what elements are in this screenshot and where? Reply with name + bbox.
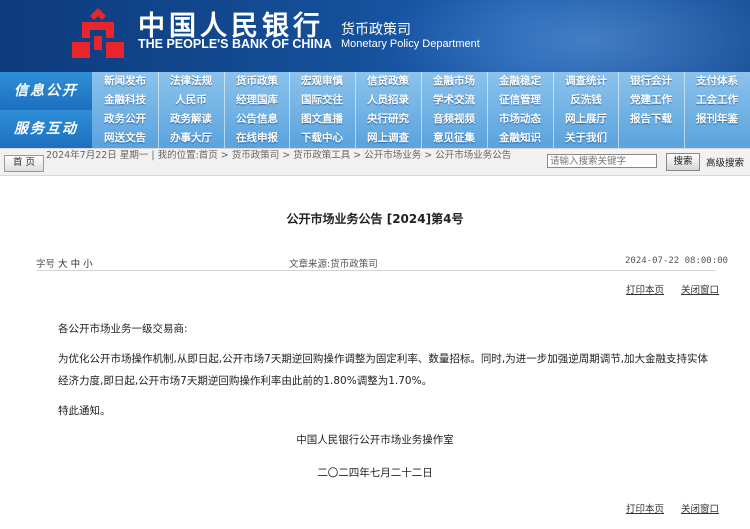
signature: 中国人民银行公开市场业务操作室	[296, 434, 454, 446]
nav-item[interactable]: 网上展厅	[553, 110, 619, 129]
font-size-small[interactable]: 小	[83, 259, 93, 270]
article-title: 公开市场业务公告 [2024]第4号	[286, 212, 464, 226]
nav-item[interactable]: 货币政策	[224, 72, 290, 91]
divider	[36, 270, 716, 271]
font-size-large[interactable]: 大	[58, 259, 68, 270]
nav-item[interactable]: 音频视频	[421, 110, 487, 129]
department-name-cn: 货币政策司	[341, 22, 411, 38]
nav-item[interactable]: 网上调查	[355, 129, 421, 148]
nav-item[interactable]: 银行会计	[618, 72, 684, 91]
font-size-medium[interactable]: 中	[71, 259, 81, 270]
nav-item[interactable]: 宏观审慎	[289, 72, 355, 91]
nav-item[interactable]: 报告下载	[618, 110, 684, 129]
department-name-en: Monetary Policy Department	[341, 38, 480, 50]
nav-item[interactable]: 人民币	[158, 91, 224, 110]
pboc-logo-icon	[72, 8, 124, 58]
nav-item[interactable]: 下载中心	[289, 129, 355, 148]
nav-item[interactable]: 关于我们	[553, 129, 619, 148]
nav-item[interactable]: 报刊年鉴	[684, 110, 750, 129]
search-input[interactable]	[547, 154, 657, 168]
nav-item[interactable]: 调查统计	[553, 72, 619, 91]
print-page-link-bottom[interactable]: 打印本页	[626, 504, 664, 515]
nav-item[interactable]: 金融科技	[92, 91, 158, 110]
nav-item[interactable]: 反洗钱	[553, 91, 619, 110]
nav-item[interactable]: 政务解读	[158, 110, 224, 129]
font-size-label: 字号	[36, 259, 56, 270]
nav-item[interactable]: 征信管理	[487, 91, 553, 110]
nav-item[interactable]: 金融知识	[487, 129, 553, 148]
signature-date: 二〇二四年七月二十二日	[317, 467, 433, 479]
paragraph-1: 为优化公开市场操作机制,从即日起,公开市场7天期逆回购操作调整为固定利率、数量招…	[58, 353, 709, 387]
nav-band-service: 服务互动	[0, 110, 92, 148]
nav-item[interactable]: 公告信息	[224, 110, 290, 129]
nav-item[interactable]: 政务公开	[92, 110, 158, 129]
nav-item[interactable]: 新闻发布	[92, 72, 158, 91]
nav-item[interactable]: 学术交流	[421, 91, 487, 110]
advanced-search-link[interactable]: 高级搜索	[706, 155, 744, 169]
nav-band-info-disclosure: 信息公开	[0, 72, 92, 110]
nav-item[interactable]: 金融市场	[421, 72, 487, 91]
close-window-link-bottom[interactable]: 关闭窗口	[681, 504, 719, 515]
font-size-switcher: 字号 大 中 小	[36, 256, 93, 270]
home-button[interactable]: 首 页	[4, 155, 44, 172]
article-tools-top: 打印本页 关闭窗口	[612, 282, 719, 296]
nav-grid: 新闻发布 法律法规 货币政策 宏观审慎 信贷政策 金融市场 金融稳定 调查统计 银行会计 支付体系…	[92, 72, 750, 148]
article-source: 文章来源:货币政策司	[289, 259, 378, 270]
nav-item[interactable]: 法律法规	[158, 72, 224, 91]
nav-item[interactable]: 金融稳定	[487, 72, 553, 91]
nav-item[interactable]: 意见征集	[421, 129, 487, 148]
breadcrumb-bar: 首 页 2024年7月22日 星期一 | 我的位置:首页 > 货币政策司 > 货…	[0, 148, 750, 176]
article-tools-bottom: 打印本页 关闭窗口	[612, 501, 719, 515]
print-page-link[interactable]: 打印本页	[626, 285, 664, 296]
nav-item[interactable]: 工会工作	[684, 91, 750, 110]
nav-item[interactable]: 支付体系	[684, 72, 750, 91]
close-window-link[interactable]: 关闭窗口	[681, 285, 719, 296]
breadcrumb: 2024年7月22日 星期一 | 我的位置:首页 > 货币政策司 > 货币政策工…	[46, 150, 512, 161]
nav-item[interactable]: 信贷政策	[355, 72, 421, 91]
nav-item[interactable]: 党建工作	[618, 91, 684, 110]
article-meta: 字号 大 中 小 文章来源:货币政策司 2024-07-22 08:00:00	[0, 254, 750, 274]
nav-item[interactable]: 国际交往	[289, 91, 355, 110]
site-title-en: THE PEOPLE'S BANK OF CHINA	[138, 37, 332, 51]
nav-item[interactable]: 图文直播	[289, 110, 355, 129]
nav-item[interactable]: 办事大厅	[158, 129, 224, 148]
nav-item[interactable]: 市场动态	[487, 110, 553, 129]
search-button[interactable]: 搜索	[666, 153, 700, 171]
site-header: 中国人民银行 THE PEOPLE'S BANK OF CHINA 货币政策司 …	[0, 0, 750, 72]
nav-item[interactable]: 网送文告	[92, 129, 158, 148]
nav-item[interactable]: 人员招录	[355, 91, 421, 110]
main-nav: 信息公开 服务互动 新闻发布 法律法规 货币政策 宏观审慎 信贷政策 金融市场 金融稳定 调查…	[0, 72, 750, 148]
nav-item[interactable]: 经理国库	[224, 91, 290, 110]
nav-item[interactable]: 央行研究	[355, 110, 421, 129]
nav-item[interactable]: 在线申报	[224, 129, 290, 148]
paragraph-2: 特此通知。	[58, 405, 111, 417]
article-body: 各公开市场业务一级交易商: 为优化公开市场操作机制,从即日起,公开市场7天期逆回…	[58, 318, 718, 422]
header-glow	[380, 0, 750, 72]
article-date: 2024-07-22 08:00:00	[625, 256, 728, 266]
salutation: 各公开市场业务一级交易商:	[58, 323, 188, 335]
